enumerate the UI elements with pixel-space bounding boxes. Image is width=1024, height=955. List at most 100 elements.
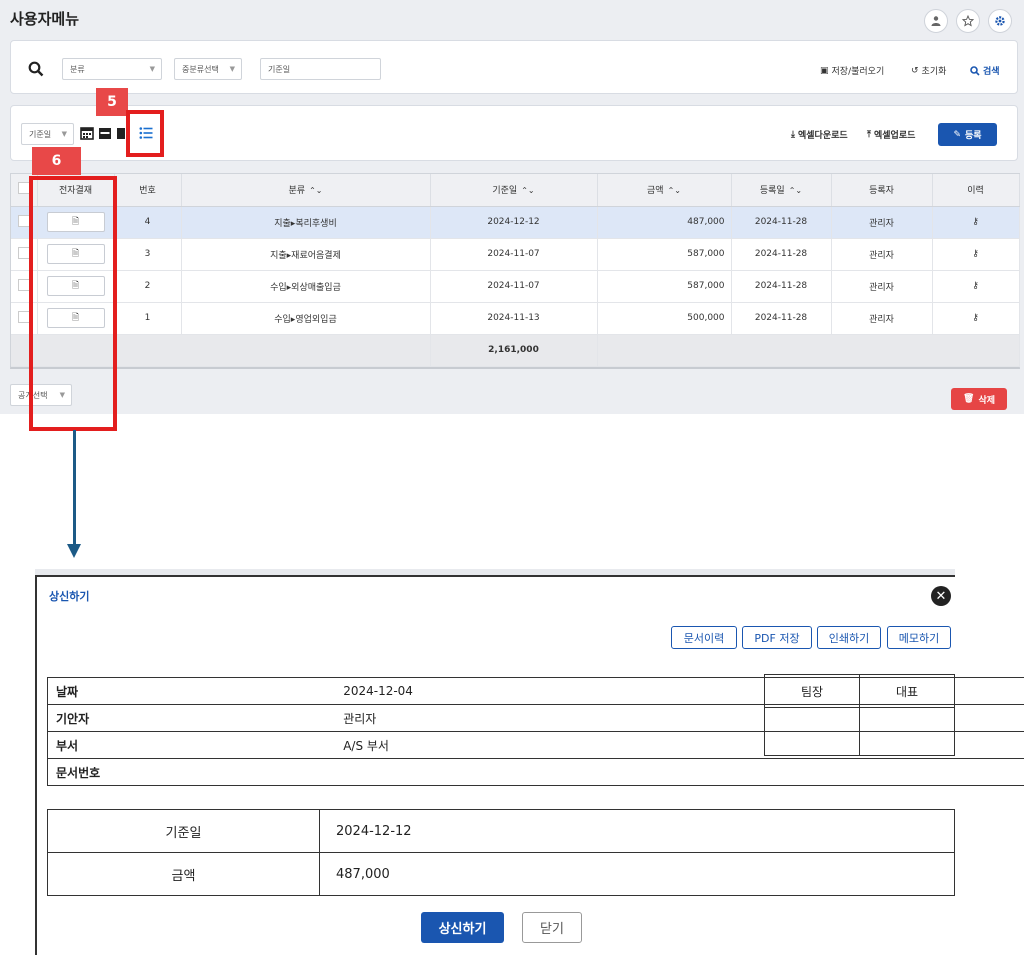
- date-type-select[interactable]: 기준일 ▼: [21, 123, 74, 145]
- modal-title: 상신하기: [49, 590, 90, 603]
- sort-icon: ⌃⌄: [309, 186, 323, 196]
- cell-amount: 587,000: [597, 238, 732, 271]
- header-registrant: 등록자: [831, 174, 933, 207]
- cell-category: 지출▸복리후생비: [181, 206, 431, 239]
- arrow-down-icon: [67, 544, 81, 558]
- trash-icon: 🗑: [963, 394, 975, 404]
- arrow-line: [73, 430, 76, 548]
- row-checkbox[interactable]: [17, 310, 30, 323]
- key-icon[interactable]: ⚷: [972, 281, 979, 291]
- settings-button[interactable]: [988, 9, 1012, 33]
- header-amount[interactable]: 금액 ⌃⌄: [597, 174, 732, 207]
- stamp-team-lead[interactable]: [764, 707, 860, 756]
- sort-icon: ⌃⌄: [667, 186, 681, 196]
- row-checkbox[interactable]: [17, 214, 30, 227]
- chevron-down-icon: ▼: [229, 65, 235, 73]
- chevron-down-icon: ▼: [149, 65, 155, 73]
- memo-button[interactable]: 메모하기: [887, 626, 951, 649]
- annotation-badge-6: 6: [32, 147, 81, 175]
- cell-date: 2024-11-07: [430, 238, 598, 271]
- header-history: 이력: [932, 174, 1020, 207]
- cell-reg-date: 2024-11-28: [731, 206, 832, 239]
- header-category[interactable]: 분류 ⌃⌄: [181, 174, 431, 207]
- cell-category: 수입▸영업외입금: [181, 302, 431, 335]
- save-load-button[interactable]: ▣ 저장/불러오기: [820, 64, 884, 78]
- cell-registrant: 관리자: [831, 302, 933, 335]
- calendar-week-icon[interactable]: [98, 126, 112, 140]
- users-button[interactable]: [924, 9, 948, 33]
- subcategory-select[interactable]: 중분류선택 ▼: [174, 58, 242, 80]
- total-amount: 2,161,000: [430, 334, 598, 367]
- cell-reg-date: 2024-11-28: [731, 270, 832, 303]
- category-select[interactable]: 분류 ▼: [62, 58, 162, 80]
- download-icon: ⤓: [791, 129, 795, 140]
- close-button[interactable]: 닫기: [522, 912, 582, 943]
- cell-date: 2024-11-13: [430, 302, 598, 335]
- table-row[interactable]: 🗎 1 수입▸영업외입금 2024-11-13 500,000 2024-11-…: [11, 302, 1020, 335]
- gear-icon: [995, 16, 1005, 26]
- floppy-icon: ▣: [820, 65, 829, 76]
- close-icon[interactable]: ✕: [931, 586, 951, 606]
- table-header-row: 전자결재 번호 분류 ⌃⌄ 기준일 ⌃⌄ 금액 ⌃⌄ 등록일 ⌃⌄ 등록자 이력: [11, 174, 1020, 207]
- key-icon[interactable]: ⚷: [972, 249, 979, 259]
- cell-date: 2024-12-12: [430, 206, 598, 239]
- header-number: 번호: [114, 174, 182, 207]
- approval-line-table: 팀장 대표: [764, 674, 955, 756]
- table-row[interactable]: 🗎 3 지출▸재료어음결제 2024-11-07 587,000 2024-11…: [11, 238, 1020, 271]
- key-icon[interactable]: ⚷: [972, 313, 979, 323]
- star-icon: [962, 15, 974, 27]
- users-icon: [931, 16, 941, 26]
- pencil-icon: ✎: [953, 129, 961, 140]
- cell-registrant: 관리자: [831, 206, 933, 239]
- header-icons: [924, 9, 1012, 33]
- date-input[interactable]: 기준일: [260, 58, 381, 80]
- header-reg-date[interactable]: 등록일 ⌃⌄: [731, 174, 832, 207]
- search-button[interactable]: 검색: [970, 64, 1000, 77]
- stamp-ceo[interactable]: [859, 707, 955, 756]
- calendar-day-icon[interactable]: [116, 126, 126, 140]
- app-window: 사용자메뉴 분류 ▼ 중분류선택 ▼ 기준일 ▣ 저장/불러오기 ↺ 초기화 검색 기준…: [0, 0, 1024, 414]
- approver-team-lead: 팀장: [764, 674, 860, 708]
- cell-number: 3: [114, 238, 182, 271]
- key-icon[interactable]: ⚷: [972, 217, 979, 227]
- register-button[interactable]: ✎ 등록: [938, 123, 997, 146]
- row-checkbox[interactable]: [17, 278, 30, 291]
- sort-icon: ⌃⌄: [788, 186, 803, 196]
- cell-number: 1: [114, 302, 182, 335]
- chevron-down-icon: ▼: [61, 130, 67, 138]
- cell-number: 4: [114, 206, 182, 239]
- cell-date: 2024-11-07: [430, 270, 598, 303]
- total-row: 2,161,000: [11, 334, 1020, 367]
- cell-category: 수입▸외상매출입금: [181, 270, 431, 303]
- pdf-save-button[interactable]: PDF 저장: [742, 626, 812, 649]
- cell-registrant: 관리자: [831, 270, 933, 303]
- approval-modal: 상신하기 ✕ 문서이력 PDF 저장 인쇄하기 메모하기 날짜 2024-12-0…: [35, 575, 1024, 955]
- doc-history-button[interactable]: 문서이력: [671, 626, 737, 649]
- annotation-badge-5: 5: [96, 88, 128, 116]
- upload-icon: ⤒: [867, 129, 871, 140]
- submit-button[interactable]: 상신하기: [421, 912, 504, 943]
- sort-icon: ⌃⌄: [521, 186, 535, 196]
- detail-table: 기준일 2024-12-12 금액 487,000: [47, 809, 955, 896]
- row-checkbox[interactable]: [17, 246, 30, 259]
- calendar-month-icon[interactable]: [80, 126, 94, 140]
- header-date[interactable]: 기준일 ⌃⌄: [430, 174, 598, 207]
- page-title: 사용자메뉴: [10, 10, 80, 28]
- approver-ceo: 대표: [859, 674, 955, 708]
- excel-upload-button[interactable]: ⤒ 엑셀업로드: [867, 128, 915, 142]
- cell-number: 2: [114, 270, 182, 303]
- table-row[interactable]: 🗎 2 수입▸외상매출입금 2024-11-07 587,000 2024-11…: [11, 270, 1020, 303]
- delete-button[interactable]: 🗑 삭제: [951, 388, 1007, 410]
- favorite-button[interactable]: [956, 9, 980, 33]
- print-button[interactable]: 인쇄하기: [817, 626, 881, 649]
- data-table: 전자결재 번호 분류 ⌃⌄ 기준일 ⌃⌄ 금액 ⌃⌄ 등록일 ⌃⌄ 등록자 이력 🗎 4…: [10, 173, 1020, 369]
- highlight-box-list-view: [126, 110, 164, 157]
- cell-category: 지출▸재료어음결제: [181, 238, 431, 271]
- undo-icon: ↺: [911, 65, 919, 76]
- select-all-checkbox[interactable]: [17, 182, 30, 195]
- cell-amount: 500,000: [597, 302, 732, 335]
- reset-button[interactable]: ↺ 초기화: [911, 64, 946, 78]
- table-row[interactable]: 🗎 4 지출▸복리후생비 2024-12-12 487,000 2024-11-…: [11, 206, 1020, 239]
- search-panel: 분류 ▼ 중분류선택 ▼ 기준일 ▣ 저장/불러오기 ↺ 초기화 검색: [10, 40, 1018, 94]
- excel-download-button[interactable]: ⤓ 엑셀다운로드: [791, 128, 848, 142]
